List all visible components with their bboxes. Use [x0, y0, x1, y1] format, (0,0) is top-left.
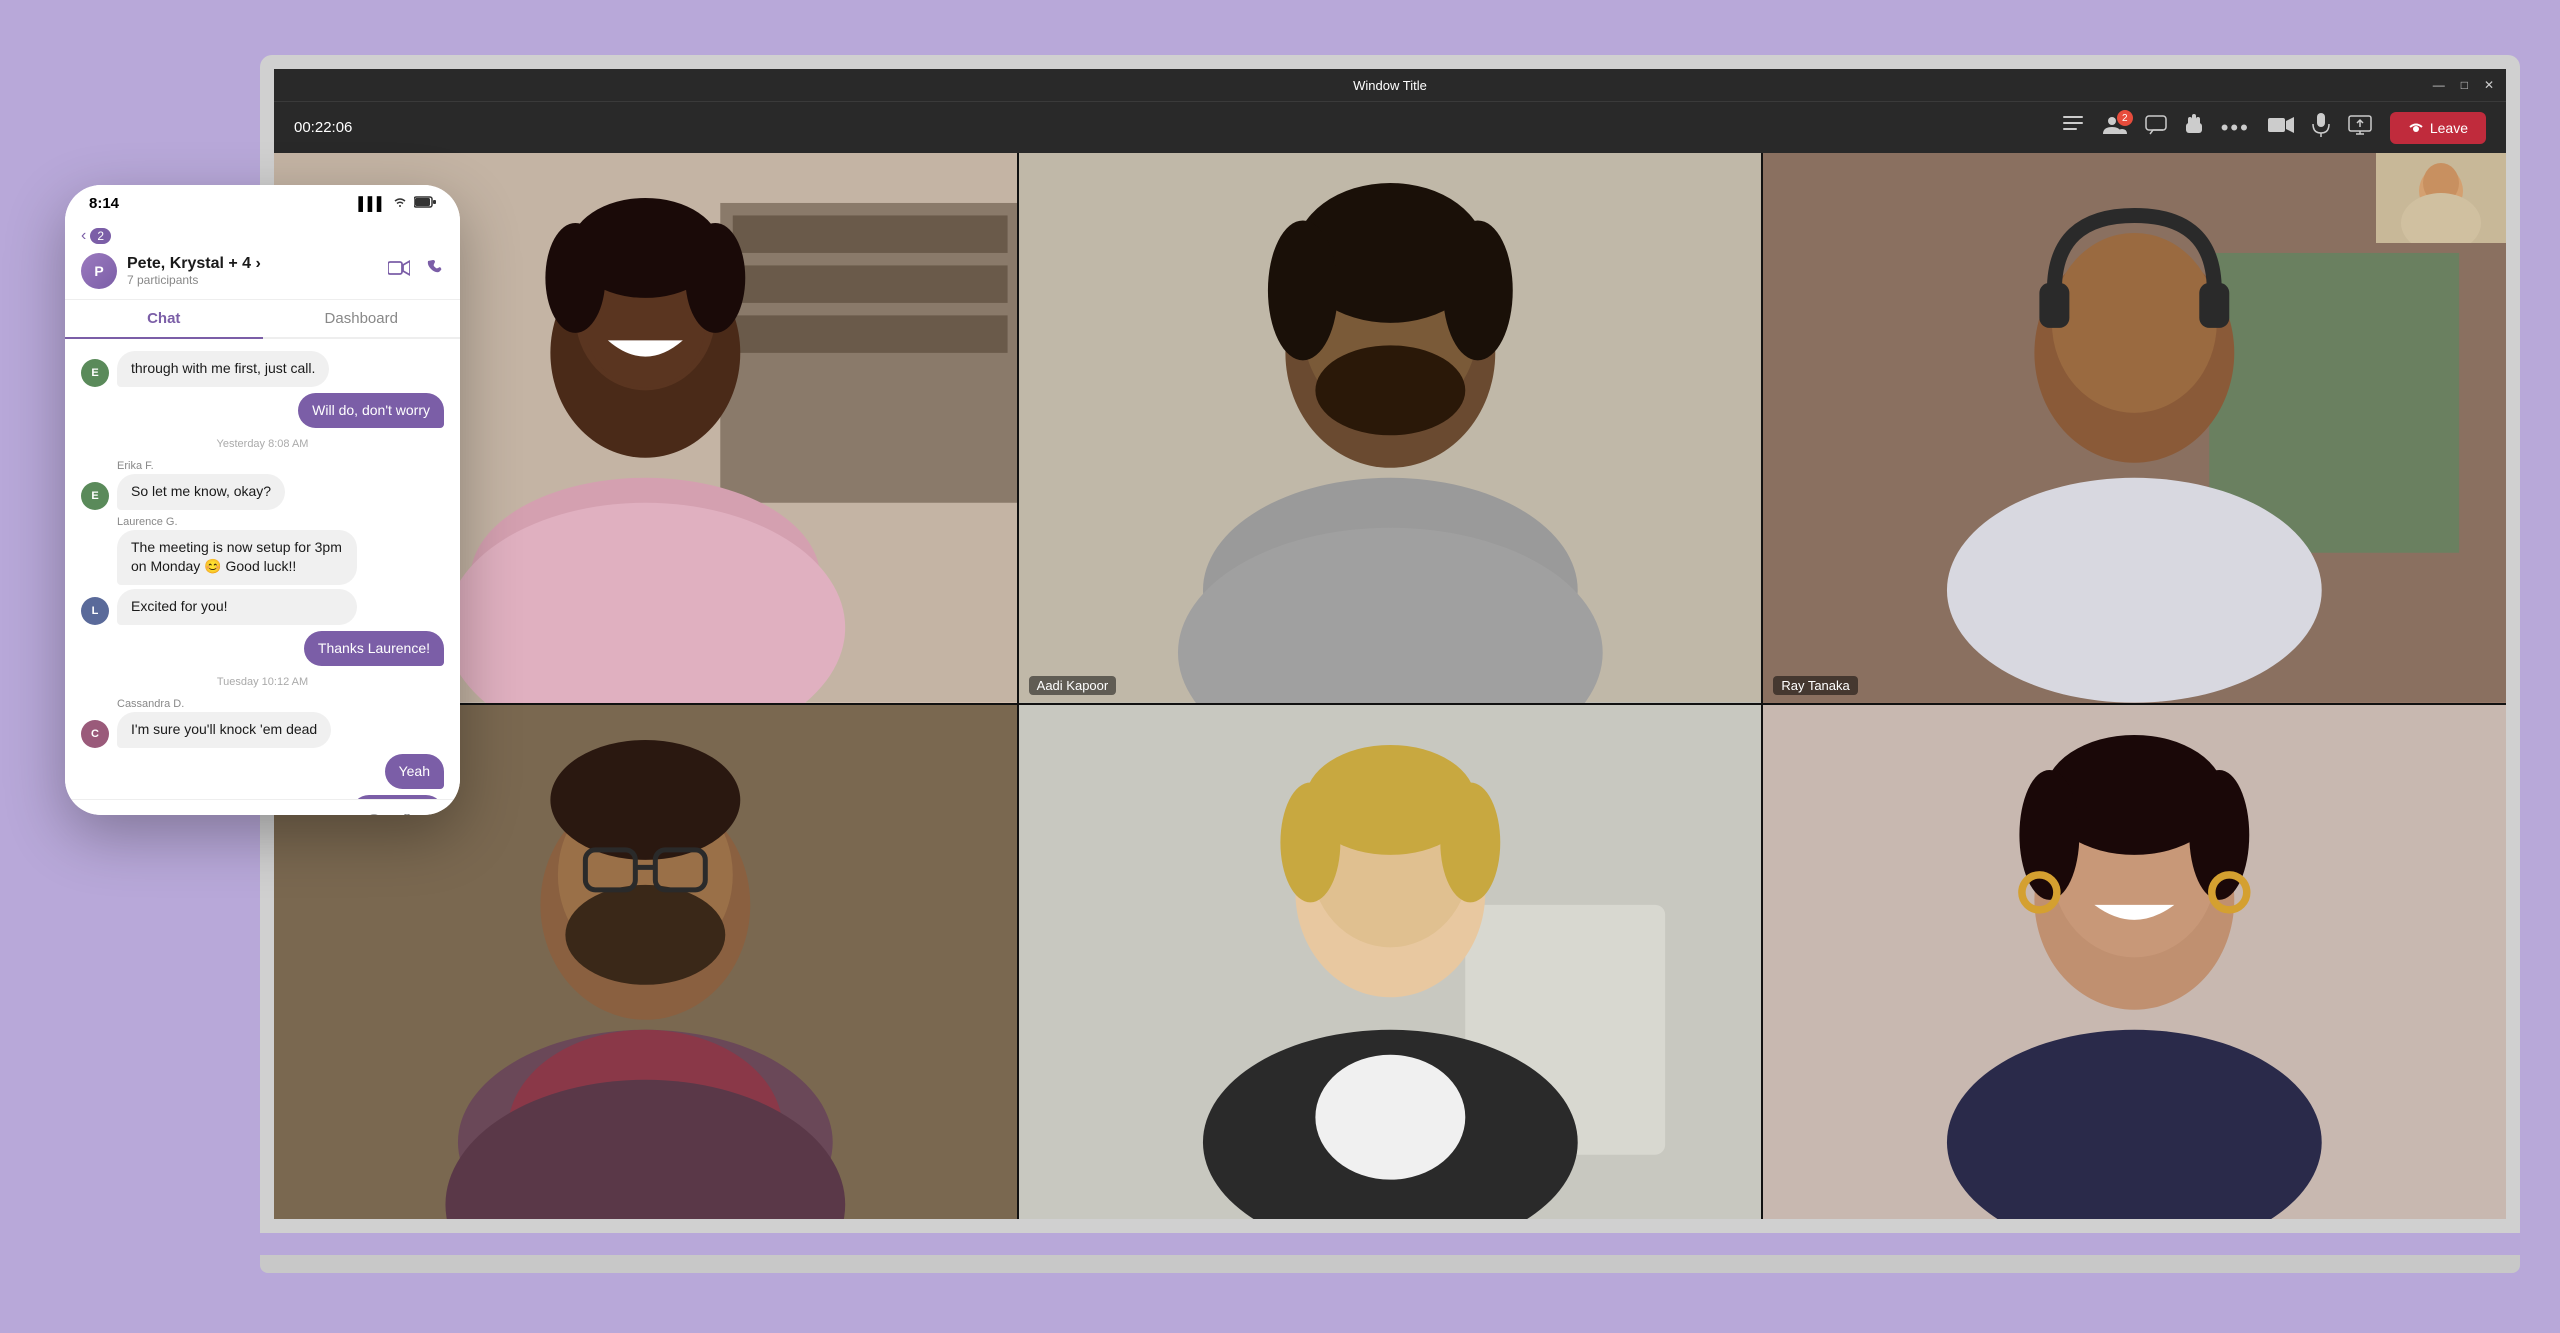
call-action-icons [388, 260, 444, 283]
message-bubble: So let me know, okay? [117, 474, 285, 510]
list-item: Will do, don't worry [81, 393, 444, 429]
share-screen-icon[interactable] [2348, 115, 2372, 140]
emoji-icon[interactable] [364, 814, 384, 815]
chat-info: Pete, Krystal + 4 › 7 participants [127, 255, 261, 287]
message-bubble: I'm sure you'll knock 'em dead [117, 712, 331, 748]
status-icons: ▌▌▌ [358, 196, 436, 211]
chat-icon[interactable] [2145, 115, 2167, 140]
window-title: Window Title [1353, 78, 1427, 93]
message-bubble: through with me first, just call. [117, 351, 329, 387]
more-options-icon[interactable]: ••• [2221, 115, 2250, 141]
list-item: Cassandra D. C I'm sure you'll knock 'em… [81, 698, 444, 748]
timestamp: Tuesday 10:12 AM [81, 676, 444, 688]
phone-nav: ‹ 2 [81, 227, 444, 245]
teams-window: Window Title — □ ✕ 00:22:06 [274, 69, 2506, 1219]
participant-name-charlotte: Charlotte de Crum [1029, 1227, 1151, 1233]
overlay-participant [2376, 153, 2506, 243]
tab-chat[interactable]: Chat [65, 300, 263, 339]
message-input-bar: + [65, 799, 460, 815]
list-item: Laurence G. L The meeting is now setup f… [81, 516, 444, 625]
phone-container: 8:14 ▌▌▌ ‹ 2 [65, 185, 460, 815]
list-item: Erika F. E So let me know, okay? [81, 460, 444, 510]
message-bubble: Yeah [385, 754, 444, 790]
list-item: Yeah [81, 754, 444, 790]
message-group: The meeting is now setup for 3pm on Mond… [117, 530, 357, 625]
avatar: C [81, 720, 109, 748]
chat-avatar: P [81, 253, 117, 289]
phone-header: ‹ 2 P Pete, Krystal + 4 › 7 participants [65, 221, 460, 300]
tab-dashboard[interactable]: Dashboard [263, 300, 461, 337]
message-sender: Cassandra D. [81, 698, 184, 710]
avatar: L [81, 597, 109, 625]
phone-tabs: Chat Dashboard [65, 300, 460, 339]
camera-icon[interactable] [2268, 116, 2294, 139]
raise-hand-icon[interactable] [2185, 114, 2203, 141]
microphone-icon[interactable] [2312, 113, 2330, 142]
status-bar: 8:14 ▌▌▌ [65, 185, 460, 221]
video-call-icon[interactable] [388, 260, 410, 283]
participant-name-aadi: Aadi Kapoor [1029, 676, 1117, 695]
add-attachment-button[interactable]: + [79, 815, 92, 816]
minimize-button[interactable]: — [2433, 78, 2445, 92]
video-cell-6: Danielle Booker [1763, 705, 2506, 1233]
chat-messages: E through with me first, just call. Will… [65, 339, 460, 799]
chat-header: P Pete, Krystal + 4 › 7 participants [81, 253, 444, 289]
message-bubble: Excited for you! [117, 589, 357, 625]
participants-icon[interactable]: 2 [2103, 116, 2127, 139]
participants-badge: 2 [2117, 110, 2133, 126]
laptop-base [260, 1255, 2520, 1273]
video-cell-2: Aadi Kapoor [1019, 153, 1762, 703]
laptop-screen: Window Title — □ ✕ 00:22:06 [260, 55, 2520, 1233]
leave-button[interactable]: Leave [2390, 112, 2486, 144]
phone-call-icon[interactable] [426, 260, 444, 283]
toolbar-actions: 2 [2063, 112, 2486, 144]
message-bubble: Will do, don't worry [298, 393, 444, 429]
participant-name-danielle: Danielle Booker [1773, 1227, 1881, 1233]
laptop-container: Window Title — □ ✕ 00:22:06 [260, 55, 2560, 1333]
video-cell-3: Ray Tanaka [1763, 153, 2506, 703]
timestamp: Yesterday 8:08 AM [81, 438, 444, 450]
participant-name-ray: Ray Tanaka [1773, 676, 1857, 695]
back-count: 2 [90, 228, 111, 244]
close-button[interactable]: ✕ [2484, 78, 2494, 92]
message-bubble: thank you! [351, 795, 444, 799]
camera-input-icon[interactable] [396, 814, 418, 815]
teams-toolbar: 00:22:06 [274, 101, 2506, 153]
message-sender: Erika F. [81, 460, 154, 472]
video-grid: Aadi Kapoor [274, 153, 2506, 1233]
maximize-button[interactable]: □ [2461, 78, 2468, 92]
message-sender: Laurence G. [81, 516, 178, 528]
avatar: E [81, 359, 109, 387]
call-timer: 00:22:06 [294, 119, 352, 136]
list-item: Thanks Laurence! [81, 631, 444, 667]
list-item: E through with me first, just call. [81, 351, 444, 387]
video-cell-5: Charlotte de Crum [1019, 705, 1762, 1233]
chat-name: Pete, Krystal + 4 › [127, 255, 261, 273]
status-time: 8:14 [89, 195, 119, 212]
participants-list-icon[interactable] [2063, 116, 2085, 139]
back-button[interactable]: ‹ 2 [81, 227, 111, 245]
message-bubble: Thanks Laurence! [304, 631, 444, 667]
window-controls: — □ ✕ [2433, 78, 2494, 92]
teams-titlebar: Window Title — □ ✕ [274, 69, 2506, 101]
battery-icon [414, 196, 436, 211]
wifi-icon [392, 196, 408, 211]
message-bubble: The meeting is now setup for 3pm on Mond… [117, 530, 357, 585]
chat-participants: 7 participants [127, 273, 261, 287]
list-item: thank you! [81, 795, 444, 799]
signal-icon: ▌▌▌ [358, 196, 386, 211]
avatar: E [81, 482, 109, 510]
